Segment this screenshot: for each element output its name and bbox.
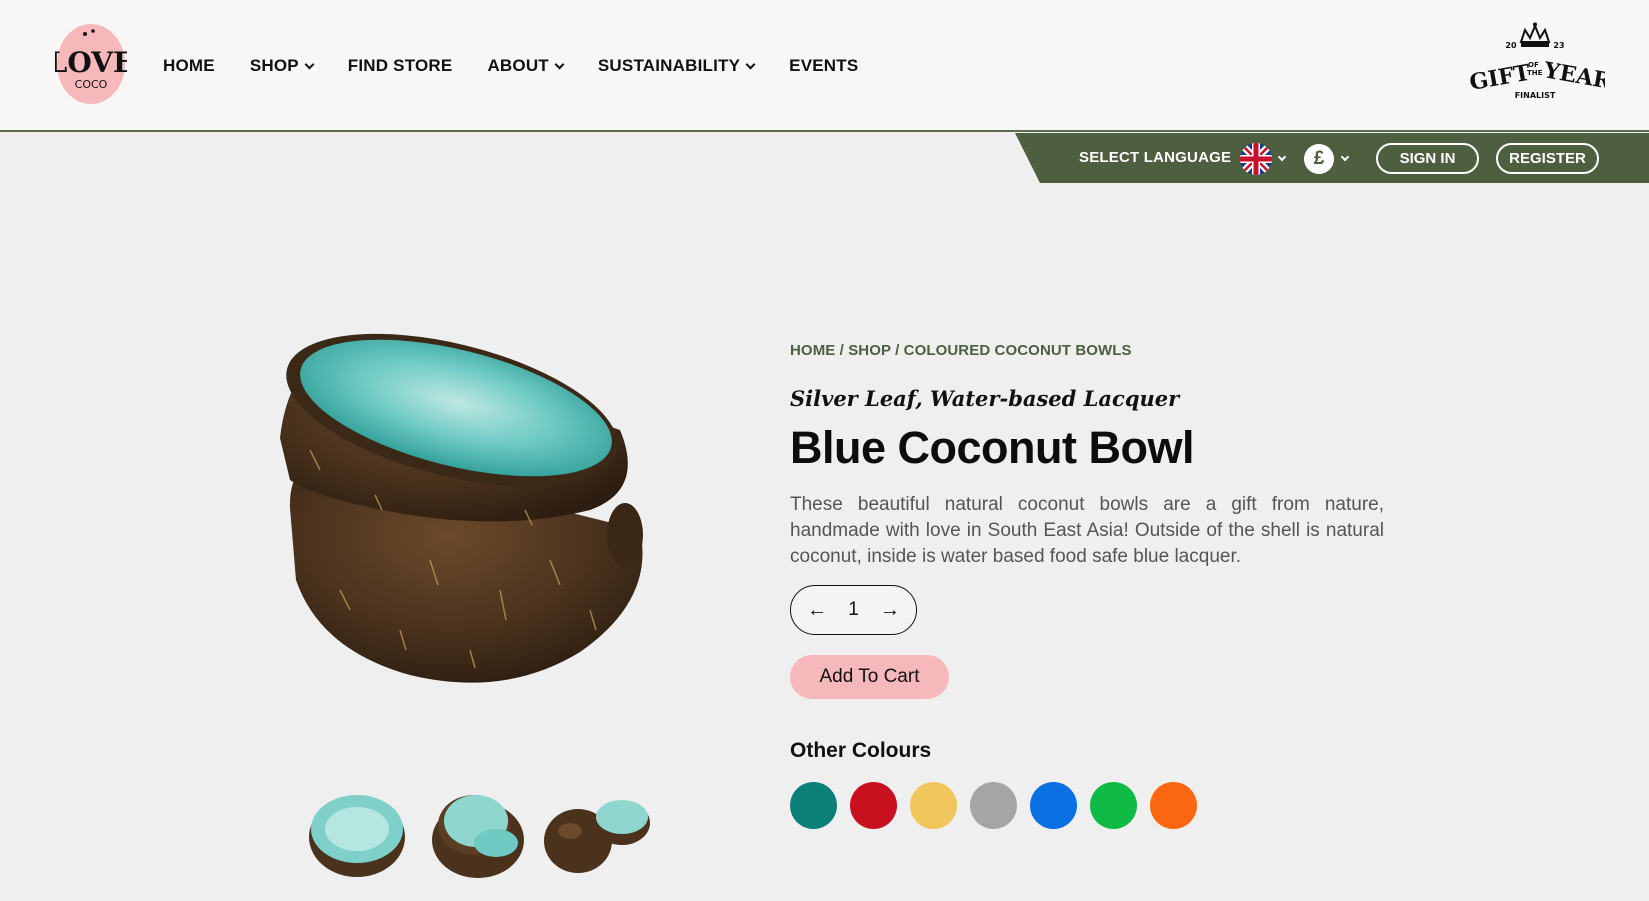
product-description: These beautiful natural coconut bowls ar… (790, 494, 1384, 567)
select-language-label: SELECT LANGUAGE (1079, 149, 1232, 166)
nav-sustainability-label: SUSTAINABILITY (597, 56, 741, 75)
nav-sustainability[interactable]: SUSTAINABILITY (597, 56, 756, 76)
nav-about-label: ABOUT (487, 56, 549, 75)
nav-home[interactable]: HOME (163, 56, 215, 76)
quantity-input[interactable] (838, 599, 869, 621)
svg-text:YEAR: YEAR (1541, 57, 1605, 95)
site-header: LOVE COCO HOME SHOP FIND STORE ABOUT SUS… (0, 0, 1649, 132)
colour-swatch-4[interactable] (970, 782, 1017, 829)
sign-in-button[interactable]: SIGN IN (1376, 143, 1479, 174)
add-to-cart-button[interactable]: Add To Cart (790, 655, 949, 699)
colour-swatch-7[interactable] (1150, 782, 1197, 829)
nav-find-store[interactable]: FIND STORE (348, 56, 453, 76)
chevron-down-icon (554, 59, 565, 69)
svg-text:THE: THE (1527, 69, 1543, 77)
product-title: Blue Coconut Bowl (790, 422, 1194, 473)
quantity-stepper: ← → (790, 585, 917, 635)
svg-text:LOVE: LOVE (55, 46, 127, 79)
svg-text:OF: OF (1528, 61, 1539, 69)
breadcrumb[interactable]: HOME / SHOP / COLOURED COCONUT BOWLS (790, 342, 1132, 359)
colour-swatch-1[interactable] (790, 782, 837, 829)
love-coco-logo[interactable]: LOVE COCO (55, 22, 127, 106)
product-subtitle: Silver Leaf, Water-based Lacquer (790, 386, 1180, 411)
chevron-down-icon (745, 59, 756, 69)
nav-shop[interactable]: SHOP (249, 56, 315, 76)
thumbnail-3[interactable] (542, 785, 654, 885)
svg-text:23: 23 (1553, 41, 1564, 50)
increase-arrow-icon[interactable]: → (880, 599, 900, 622)
currency-icon[interactable]: £ (1304, 144, 1334, 174)
main-nav: HOME SHOP FIND STORE ABOUT SUSTAINABILIT… (163, 56, 893, 76)
nav-home-label: HOME (163, 56, 215, 75)
nav-shop-label: SHOP (249, 56, 299, 75)
svg-text:COCO: COCO (75, 78, 108, 91)
colour-swatch-5[interactable] (1030, 782, 1077, 829)
uk-flag-icon[interactable] (1240, 143, 1272, 175)
other-colours-title: Other Colours (790, 739, 932, 762)
colour-swatch-6[interactable] (1090, 782, 1137, 829)
nav-events-label: EVENTS (789, 56, 859, 75)
thumbnail-2[interactable] (426, 785, 538, 885)
nav-about[interactable]: ABOUT (487, 56, 565, 76)
svg-text:20: 20 (1505, 41, 1517, 50)
thumbnail-1[interactable] (305, 785, 417, 885)
svg-text:FINALIST: FINALIST (1515, 91, 1556, 100)
register-button[interactable]: REGISTER (1496, 143, 1599, 174)
nav-events[interactable]: EVENTS (789, 56, 858, 76)
colour-swatches (790, 782, 1210, 829)
product-image (280, 333, 643, 683)
nav-find-store-label: FIND STORE (347, 56, 453, 75)
chevron-down-icon (304, 59, 315, 69)
gift-of-the-year-badge: 20 23 GIFT OF THE YEAR FINALIST (1468, 22, 1605, 100)
colour-swatch-3[interactable] (910, 782, 957, 829)
decrease-arrow-icon[interactable]: ← (807, 599, 827, 622)
colour-swatch-2[interactable] (850, 782, 897, 829)
